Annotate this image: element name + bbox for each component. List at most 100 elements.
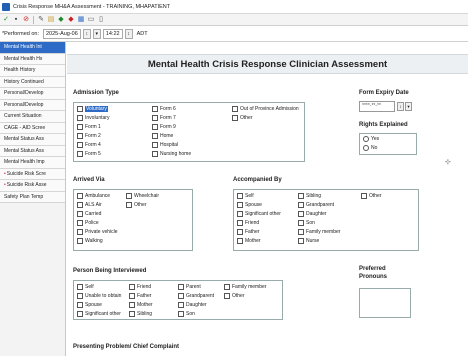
checkbox-square[interactable] — [77, 238, 83, 244]
interviewed-other-checkbox[interactable]: Other — [224, 293, 245, 299]
arrived-police-checkbox[interactable]: Police — [77, 220, 99, 226]
checkbox-square[interactable] — [129, 284, 135, 290]
checkbox-square[interactable] — [77, 229, 83, 235]
checkbox-square[interactable] — [298, 211, 304, 217]
checkbox-square[interactable] — [77, 151, 83, 157]
date-dropdown[interactable]: ▾ — [92, 28, 101, 39]
sidebar-item-mental-health-int[interactable]: Mental Health Int — [0, 42, 65, 54]
checkbox-square[interactable] — [298, 229, 304, 235]
admission-form-1-checkbox[interactable]: Form 1 — [77, 124, 101, 130]
interviewed-self-checkbox[interactable]: Self — [77, 284, 94, 290]
checkbox-square[interactable] — [77, 133, 83, 139]
date-spinner[interactable]: ↕ — [82, 28, 91, 39]
checkbox-square[interactable] — [152, 115, 158, 121]
accompanied-sibling-checkbox[interactable]: Sibling — [298, 193, 321, 199]
interviewed-family-member-checkbox[interactable]: Family member — [224, 284, 266, 290]
admission-form-6-checkbox[interactable]: Form 6 — [152, 106, 176, 112]
admission-nursing-home-checkbox[interactable]: Nursing home — [152, 151, 191, 157]
accompanied-daughter-checkbox[interactable]: Daughter — [298, 211, 327, 217]
accompanied-grandparent-checkbox[interactable]: Grandparent — [298, 202, 334, 208]
interviewed-grandparent-checkbox[interactable]: Grandparent — [178, 293, 214, 299]
checkbox-square[interactable] — [126, 202, 132, 208]
accompanied-family-member-checkbox[interactable]: Family member — [298, 229, 340, 235]
interviewed-significant-other-checkbox[interactable]: Significant other — [77, 311, 121, 317]
checkbox-square[interactable] — [298, 238, 304, 244]
checkbox-square[interactable] — [224, 284, 230, 290]
sidebar-item-mental-health-hx[interactable]: Mental Health Hx — [0, 53, 65, 65]
checkbox-square[interactable] — [178, 311, 184, 317]
checkbox-square[interactable] — [77, 211, 83, 217]
checkbox-square[interactable] — [178, 302, 184, 308]
interviewed-friend-checkbox[interactable]: Friend — [129, 284, 151, 290]
sidebar-item-mental-status-ass[interactable]: Mental Status Ass — [0, 134, 65, 146]
arrived-walking-checkbox[interactable]: Walking — [77, 238, 103, 244]
form-expiry-field[interactable]: ****-**-** — [359, 101, 395, 112]
sidebar-item-current-situation[interactable]: Current Situation — [0, 111, 65, 123]
checkbox-square[interactable] — [77, 311, 83, 317]
admission-form-7-checkbox[interactable]: Form 7 — [152, 115, 176, 121]
checkbox-square[interactable] — [237, 238, 243, 244]
arrived-wheelchair-checkbox[interactable]: Wheelchair — [126, 193, 159, 199]
save-icon[interactable]: ▪ — [12, 16, 20, 24]
checkbox-square[interactable] — [152, 124, 158, 130]
checkbox-square[interactable] — [298, 202, 304, 208]
checkbox-square[interactable] — [77, 115, 83, 121]
sidebar-item-personal-develop[interactable]: Personal/Develop — [0, 88, 65, 100]
checkbox-square[interactable] — [237, 211, 243, 217]
checkbox-square[interactable] — [298, 220, 304, 226]
rights-no-radio[interactable]: No — [363, 145, 377, 151]
admission-form-2-checkbox[interactable]: Form 2 — [77, 133, 101, 139]
arrow-up-icon[interactable]: ◆ — [57, 16, 65, 24]
checkbox-square[interactable] — [77, 302, 83, 308]
sidebar-item-health-history[interactable]: Health History — [0, 65, 65, 77]
accompanied-other-checkbox[interactable]: Other — [361, 193, 382, 199]
checkbox-square[interactable] — [298, 193, 304, 199]
checkbox-square[interactable] — [152, 133, 158, 139]
checkbox-square[interactable] — [152, 142, 158, 148]
checkbox-square[interactable] — [237, 229, 243, 235]
expiry-spinner[interactable]: ↕ — [397, 102, 404, 111]
arrived-private-vehicle-checkbox[interactable]: Private vehicle — [77, 229, 118, 235]
preferred-pronouns-field[interactable] — [359, 288, 411, 318]
interviewed-daughter-checkbox[interactable]: Daughter — [178, 302, 207, 308]
checkbox-square[interactable] — [77, 220, 83, 226]
calendar-icon[interactable]: ▦ — [77, 16, 85, 24]
admission-home-checkbox[interactable]: Home — [152, 133, 173, 139]
checkbox-square[interactable] — [178, 293, 184, 299]
admission-form-5-checkbox[interactable]: Form 5 — [77, 151, 101, 157]
performed-date-field[interactable]: 2025-Aug-06 — [43, 28, 81, 39]
arrow-down-icon[interactable]: ◆ — [67, 16, 75, 24]
interviewed-mother-checkbox[interactable]: Mother — [129, 302, 153, 308]
accompanied-spouse-checkbox[interactable]: Spouse — [237, 202, 262, 208]
checkbox-square[interactable] — [224, 293, 230, 299]
sidebar-item-mental-health-imp[interactable]: Mental Health Imp — [0, 157, 65, 169]
sidebar-item-personal-develop[interactable]: Personal/Develop — [0, 99, 65, 111]
accompanied-self-checkbox[interactable]: Self — [237, 193, 254, 199]
rights-yes-radio[interactable]: Yes — [363, 136, 379, 142]
interviewed-father-checkbox[interactable]: Father — [129, 293, 151, 299]
checkbox-square[interactable] — [77, 142, 83, 148]
checkbox-square[interactable] — [178, 284, 184, 290]
accompanied-father-checkbox[interactable]: Father — [237, 229, 259, 235]
sidebar-item-safety-plan-temp[interactable]: Safety Plan Temp — [0, 191, 65, 203]
checkbox-square[interactable] — [77, 293, 83, 299]
checkbox-square[interactable] — [77, 202, 83, 208]
admission-out-of-province-admission-checkbox[interactable]: Out of Province Admission — [232, 106, 299, 112]
print-icon[interactable]: ▭ — [87, 16, 95, 24]
arrived-ambulance-checkbox[interactable]: Ambulance — [77, 193, 110, 199]
checkbox-square[interactable] — [152, 106, 158, 112]
admission-form-9-checkbox[interactable]: Form 9 — [152, 124, 176, 130]
admission-involuntary-checkbox[interactable]: Involuntary — [77, 115, 109, 121]
checkbox-square[interactable] — [129, 302, 135, 308]
checkbox-square[interactable] — [361, 193, 367, 199]
performed-time-field[interactable]: 14:22 — [102, 28, 123, 39]
checkbox-square[interactable] — [77, 284, 83, 290]
sidebar-item-mental-status-ass[interactable]: Mental Status Ass — [0, 145, 65, 157]
admission-hospital-checkbox[interactable]: Hospital — [152, 142, 178, 148]
admission-form-4-checkbox[interactable]: Form 4 — [77, 142, 101, 148]
folder-icon[interactable]: ▤ — [47, 16, 55, 24]
checkbox-square[interactable] — [126, 193, 132, 199]
accompanied-nurse-checkbox[interactable]: Nurse — [298, 238, 319, 244]
accompanied-significant-other-checkbox[interactable]: Significant other — [237, 211, 281, 217]
admission-voluntary-checkbox[interactable]: Voluntary — [77, 106, 108, 112]
